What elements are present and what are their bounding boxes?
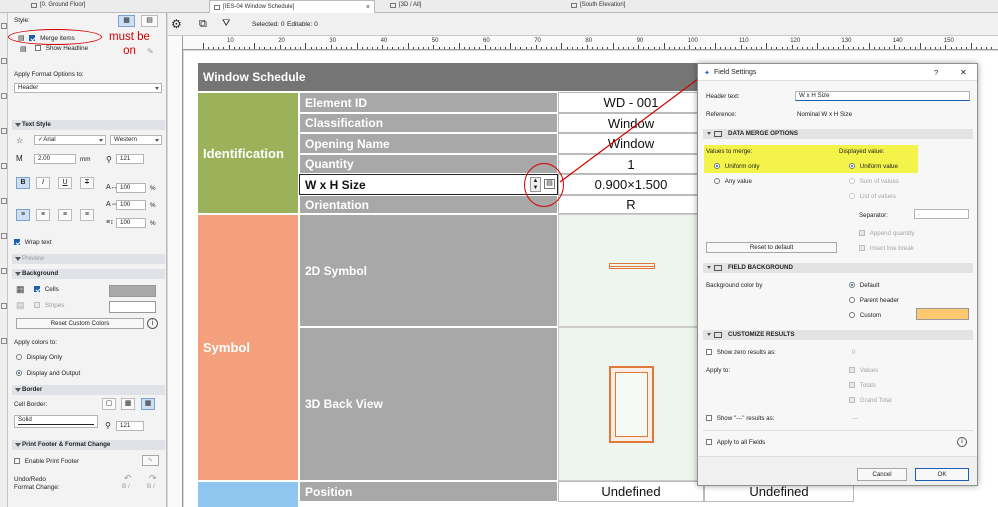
show-dash-row: Show "---" results as:: [706, 415, 774, 422]
list-values-radio[interactable]: [849, 193, 855, 200]
insert-line-break-row: Insert line break: [859, 245, 914, 252]
header-text-input[interactable]: W x H Size: [795, 91, 970, 101]
show-zero-row: Show zero results as:: [706, 349, 776, 356]
reference-value: Nominal W x H Size: [797, 111, 853, 118]
bg-custom-radio[interactable]: [849, 312, 855, 319]
bg-parent-row: Parent header: [849, 297, 899, 304]
separator-input[interactable]: ,: [914, 209, 969, 219]
ok-button[interactable]: OK: [915, 468, 969, 481]
background-color-by-label: Background color by: [706, 282, 763, 289]
uniform-only-radio[interactable]: [714, 163, 720, 170]
apply-to-label: Apply to:: [706, 367, 731, 374]
data-merge-options-section[interactable]: DATA MERGE OPTIONS: [703, 129, 973, 139]
any-value-radio[interactable]: [714, 178, 720, 185]
values-checkbox[interactable]: [849, 367, 855, 374]
customize-results-icon: [714, 332, 722, 338]
show-dash-checkbox[interactable]: [706, 415, 712, 422]
values-to-merge-label: Values to merge:: [706, 148, 753, 155]
append-quantity-checkbox[interactable]: [859, 230, 865, 237]
close-icon[interactable]: ✕: [960, 68, 967, 77]
field-background-icon: [714, 265, 722, 271]
any-value-row: Any value: [714, 178, 752, 185]
uniform-only-row: Uniform only: [714, 163, 759, 170]
info-icon[interactable]: i: [957, 437, 967, 447]
uniform-value-radio[interactable]: [849, 163, 855, 170]
totals-row: Totals: [849, 382, 876, 389]
apply-all-fields-checkbox[interactable]: [706, 439, 712, 446]
apply-all-fields-row: Apply to all Fields: [706, 439, 765, 446]
dash-value: ---: [852, 415, 859, 422]
dialog-app-icon: ✦: [704, 70, 710, 77]
displayed-value-label: Displayed value:: [839, 148, 885, 155]
sum-values-row: Sum of values: [849, 178, 899, 185]
customize-results-section[interactable]: CUSTOMIZE RESULTS: [703, 330, 973, 340]
append-quantity-row: Append quantity: [859, 230, 914, 237]
sum-values-radio[interactable]: [849, 178, 855, 185]
uniform-value-row: Uniform value: [849, 163, 898, 170]
field-settings-dialog: ✦ Field Settings ? ✕ Header text: W x H …: [697, 63, 978, 486]
bg-default-row: Default: [849, 282, 879, 289]
help-icon[interactable]: ?: [934, 68, 938, 77]
dialog-title: Field Settings: [714, 69, 757, 76]
insert-line-break-checkbox[interactable]: [859, 245, 865, 252]
grand-total-checkbox[interactable]: [849, 397, 855, 404]
separator-label: Separator:: [859, 212, 888, 219]
reference-label: Reference:: [706, 111, 737, 118]
header-text-label: Header text:: [706, 93, 740, 100]
show-zero-checkbox[interactable]: [706, 349, 712, 356]
custom-color-swatch[interactable]: [916, 308, 969, 320]
reset-to-default-button[interactable]: Reset to default: [706, 242, 837, 253]
totals-checkbox[interactable]: [849, 382, 855, 389]
grand-total-row: Grand Total: [849, 397, 892, 404]
field-background-section[interactable]: FIELD BACKGROUND: [703, 263, 973, 273]
dialog-titlebar: ✦ Field Settings ? ✕: [698, 64, 977, 81]
list-values-row: List of values: [849, 193, 896, 200]
data-merge-icon: [714, 131, 722, 137]
bg-parent-radio[interactable]: [849, 297, 855, 304]
divider: [703, 430, 973, 431]
cancel-button[interactable]: Cancel: [857, 468, 907, 481]
bg-custom-row: Custom: [849, 312, 881, 319]
bg-default-radio[interactable]: [849, 282, 855, 289]
values-row: Values: [849, 367, 878, 374]
zero-value: 0: [852, 349, 856, 356]
